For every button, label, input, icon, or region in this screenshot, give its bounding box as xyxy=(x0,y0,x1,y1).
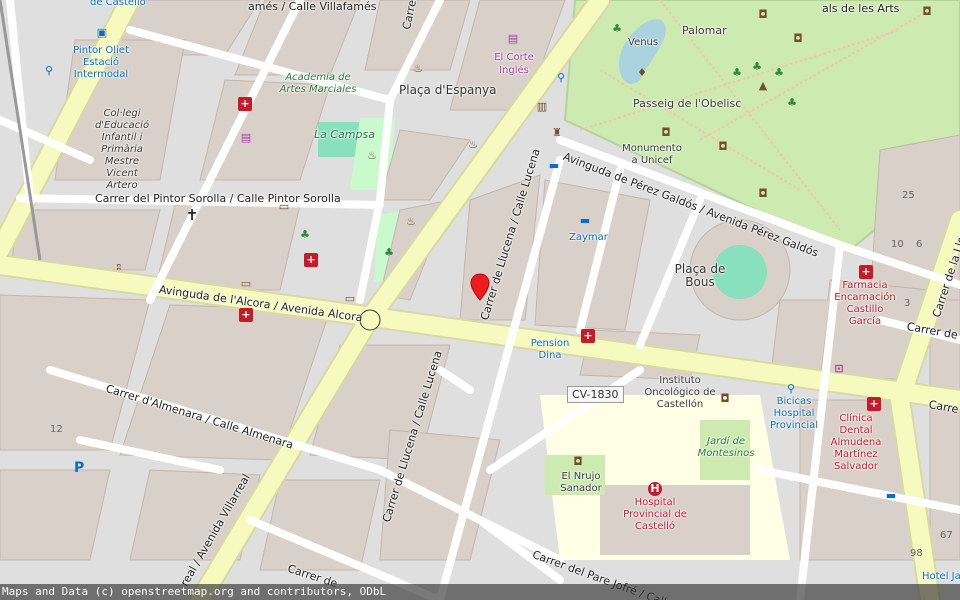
fast-food-icon[interactable]: ♨ xyxy=(365,149,379,163)
pharmacy-icon[interactable]: + xyxy=(581,329,595,343)
place-estacio-intermodal: Pintor Oliet Estació Intermodal xyxy=(73,45,129,80)
pharmacy-icon[interactable]: + xyxy=(238,97,252,111)
tree-icon: ♣ xyxy=(384,246,394,259)
playground-icon[interactable]: ʭ xyxy=(112,261,126,275)
location-pin-icon[interactable] xyxy=(470,273,490,301)
map-canvas[interactable]: amés / Calle Villafamés Carrer de Borri … xyxy=(0,0,960,600)
shop-icon[interactable]: ▤ xyxy=(239,131,253,145)
house-number: 67 xyxy=(940,530,953,541)
house-number: 10 xyxy=(891,239,904,250)
bicycle-icon[interactable]: ⚲ xyxy=(784,382,798,396)
place-col-legi: Col·legi d'Educació Infantil i Primària … xyxy=(94,108,150,191)
place-monumento-unicef: Monumento a Unicef xyxy=(622,143,682,166)
place-pension-dina: Pension Dina xyxy=(530,338,570,361)
map-attribution[interactable]: Maps and Data (c) openstreetmap.org and … xyxy=(0,584,960,600)
bicycle-icon[interactable]: ⚲ xyxy=(42,64,56,78)
place-la-campsa: La Campsa xyxy=(314,128,375,141)
clinic-icon[interactable]: + xyxy=(867,397,881,411)
place-jardi-montesinos: Jardí de Montesinos xyxy=(697,436,755,459)
place-el-nrujo: El Nrujo Sanador xyxy=(560,471,602,494)
tree-icon: ♣ xyxy=(300,228,310,241)
memorial-icon[interactable]: ◘ xyxy=(791,32,805,46)
library-icon[interactable]: ▥ xyxy=(535,100,549,114)
bank-icon[interactable]: ▭ xyxy=(343,292,357,306)
house-number: 3 xyxy=(904,298,911,309)
fast-food-icon[interactable]: ♨ xyxy=(466,138,480,152)
place-venus: Venus xyxy=(628,37,659,48)
place-placa-bous: Plaça de Bous xyxy=(674,262,726,289)
memorial-icon[interactable]: ◘ xyxy=(756,8,770,22)
place-hotel: Hotel Jai xyxy=(922,571,960,582)
memorial-icon[interactable]: ◘ xyxy=(571,455,585,469)
road-label-arts: als de les Arts xyxy=(822,2,900,15)
memorial-icon[interactable]: ◘ xyxy=(718,392,732,406)
memorial-icon[interactable]: ◘ xyxy=(920,5,934,19)
hotel-icon[interactable]: ▬ xyxy=(578,214,592,228)
fast-food-icon[interactable]: ♨ xyxy=(404,215,418,229)
fountain-icon[interactable]: ♦ xyxy=(635,66,649,80)
bus-station-icon[interactable]: ▣ xyxy=(95,26,109,40)
place-palomar: Palomar xyxy=(682,24,727,37)
place-hospital: Hospital Provincial de Castelló xyxy=(623,497,687,532)
house-number: 98 xyxy=(910,548,923,559)
place-farmacia: Farmacia Encarnación Castillo García xyxy=(834,280,896,327)
obelisk-icon[interactable]: ▲ xyxy=(756,79,770,93)
place-academia: Academia de Artes Marciales xyxy=(279,72,357,95)
house-number: 12 xyxy=(50,424,63,435)
place-estacio-top: de Castelló xyxy=(90,0,146,8)
department-store-icon[interactable]: ▤ xyxy=(506,32,520,46)
hotel-icon[interactable]: ▬ xyxy=(884,489,898,503)
place-bicicas: Bicicas Hospital Provincial xyxy=(769,396,819,431)
hotel-icon[interactable]: ▬ xyxy=(547,159,561,173)
place-clinica: Clínica Dental Almudena Martínez Salvado… xyxy=(830,413,882,472)
tree-icon: ♣ xyxy=(752,60,762,73)
memorial-icon[interactable]: ◘ xyxy=(659,126,673,140)
shopping-cart-icon[interactable]: ⊡ xyxy=(832,362,846,376)
memorial-icon[interactable]: ◘ xyxy=(756,187,770,201)
pharmacy-icon[interactable]: + xyxy=(304,253,318,267)
place-placa-espanya: Plaça d'Espanya xyxy=(399,83,497,97)
place-of-worship-icon[interactable]: ✝ xyxy=(185,208,199,223)
place-passeig-obelisc: Passeig de l'Obelisc xyxy=(633,97,742,110)
parking-icon[interactable]: P xyxy=(74,460,84,476)
house-number: 25 xyxy=(902,190,915,201)
tree-icon: ♣ xyxy=(774,66,784,79)
tree-icon: ♣ xyxy=(612,22,622,35)
road-ref-badge: CV-1830 xyxy=(567,386,624,403)
place-zaymar: Zaymar xyxy=(569,232,608,243)
tree-icon: ♣ xyxy=(787,96,797,109)
statue-icon[interactable]: ♜ xyxy=(550,126,564,140)
pharmacy-icon[interactable]: + xyxy=(239,308,253,322)
house-number: 6 xyxy=(916,239,923,250)
road-label-villafames: amés / Calle Villafamés xyxy=(248,0,377,13)
bicycle-icon[interactable]: ⚲ xyxy=(554,71,568,85)
hospital-icon[interactable]: H xyxy=(648,482,662,496)
memorial-icon[interactable]: ◘ xyxy=(716,140,730,154)
tree-icon: ♣ xyxy=(732,66,742,79)
fast-food-icon[interactable]: ♨ xyxy=(411,62,425,76)
place-instituto: Instituto Oncológico de Castellón xyxy=(644,375,716,410)
pharmacy-icon[interactable]: + xyxy=(859,265,873,279)
bank-icon[interactable]: ▭ xyxy=(277,200,291,214)
place-el-corte-ingles: El Corte Inglés xyxy=(494,52,534,76)
bank-icon[interactable]: ▭ xyxy=(239,277,253,291)
road-label-pintor-sorolla: Carrer del Pintor Sorolla / Calle Pintor… xyxy=(95,192,341,205)
